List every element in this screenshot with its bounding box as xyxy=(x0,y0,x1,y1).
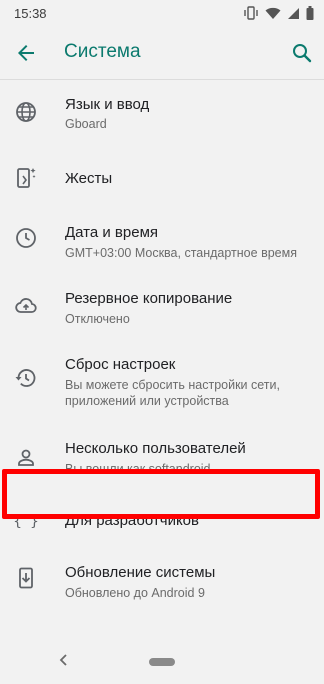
highlight-box xyxy=(2,469,320,519)
settings-item-summary: Отключено xyxy=(65,312,130,326)
settings-item-language[interactable]: Язык и ввод Gboard xyxy=(0,80,324,146)
vibrate-icon xyxy=(243,6,259,20)
status-bar: 15:38 xyxy=(0,0,324,26)
history-icon xyxy=(14,366,38,390)
settings-item-system-update[interactable]: Обновление системы Обновлено до Android … xyxy=(0,546,324,612)
system-update-icon xyxy=(14,566,38,590)
settings-item-summary: GMT+03:00 Москва, стандартное время xyxy=(65,246,297,260)
settings-list: Язык и ввод Gboard Жесты Дата и время GM… xyxy=(0,80,324,636)
status-time: 15:38 xyxy=(14,5,47,21)
settings-item-date-time[interactable]: Дата и время GMT+03:00 Москва, стандартн… xyxy=(0,204,324,270)
settings-item-label: Дата и время xyxy=(65,224,159,241)
settings-item-reset[interactable]: Сброс настроек Вы можете сбросить настро… xyxy=(0,336,324,420)
signal-icon xyxy=(287,7,300,20)
settings-item-label: Резервное копирование xyxy=(65,290,233,307)
settings-item-backup[interactable]: Резервное копирование Отключено xyxy=(0,270,324,336)
person-icon xyxy=(14,446,38,470)
settings-item-label: Несколько пользователей xyxy=(65,440,246,457)
wifi-icon xyxy=(265,7,281,20)
settings-item-summary: Обновлено до Android 9 xyxy=(65,586,205,600)
cloud-upload-icon xyxy=(14,294,38,318)
settings-item-summary-line-1: Вы можете сбросить настройки сети, xyxy=(65,378,280,392)
settings-item-label: Сброс настроек xyxy=(65,356,176,373)
settings-item-summary: Gboard xyxy=(65,117,107,131)
gestures-phone-icon xyxy=(14,166,38,190)
nav-back-icon[interactable] xyxy=(56,652,72,668)
status-icons xyxy=(243,6,314,20)
settings-item-label: Язык и ввод xyxy=(65,96,150,113)
settings-item-label: Жесты xyxy=(65,170,113,187)
back-arrow-icon[interactable] xyxy=(14,41,38,65)
search-icon[interactable] xyxy=(290,41,314,65)
battery-icon xyxy=(306,6,314,20)
globe-icon xyxy=(14,100,38,124)
page-title: Система xyxy=(64,41,141,62)
app-bar: Система xyxy=(0,26,324,80)
settings-item-gestures[interactable]: Жесты xyxy=(0,146,324,204)
home-pill[interactable] xyxy=(149,658,175,666)
navigation-bar xyxy=(0,638,324,684)
settings-item-label: Обновление системы xyxy=(65,564,216,581)
settings-item-summary-line-2: приложений или устройства xyxy=(65,394,229,408)
clock-icon xyxy=(14,226,38,250)
